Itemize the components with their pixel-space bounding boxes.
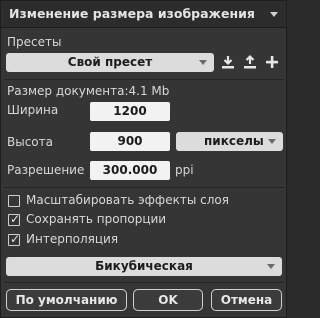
presets-label: Пресеты (7, 35, 62, 49)
units-dropdown-value: пикселы (204, 134, 264, 148)
keep-proportions-label: Сохранять пропорции (26, 212, 167, 226)
height-label: Высота (7, 135, 53, 149)
checkmark-icon: ✓ (10, 212, 21, 226)
preset-dropdown[interactable]: Свой пресет (6, 53, 214, 72)
chevron-down-icon[interactable] (270, 12, 278, 17)
document-size-value: 4.1 Mb (128, 84, 170, 98)
keep-proportions-checkbox[interactable]: ✓ (8, 212, 21, 226)
units-dropdown[interactable]: пикселы (176, 132, 283, 151)
dropdown-arrow-icon (199, 60, 207, 65)
width-label: Ширина (7, 103, 59, 117)
checkmark-icon: ✓ (10, 232, 21, 246)
document-size-label: Размер документа:4.1 Mb (7, 84, 170, 98)
default-button[interactable]: По умолчанию (6, 289, 127, 311)
preset-dropdown-value: Свой пресет (67, 55, 153, 69)
upload-icon[interactable] (242, 54, 258, 70)
panel-title: Изменение размера изображения (9, 6, 255, 21)
ok-button[interactable]: OK (133, 289, 203, 311)
scale-layer-effects-label: Масштабировать эффекты слоя (26, 193, 229, 207)
resize-image-panel: Изменение размера изображения Пресеты Св… (0, 0, 287, 318)
height-field[interactable]: 900 (90, 132, 170, 151)
cancel-button[interactable]: Отмена (211, 289, 282, 311)
width-field[interactable]: 1200 (90, 102, 170, 121)
interpolation-checkbox[interactable]: ✓ (8, 232, 21, 246)
resolution-field[interactable]: 300.000 (90, 161, 170, 180)
panel-titlebar: Изменение размера изображения (1, 1, 286, 28)
interpolation-dropdown[interactable]: Бикубическая (6, 257, 282, 276)
divider (4, 282, 284, 283)
divider (4, 79, 284, 80)
plus-icon[interactable] (264, 54, 280, 70)
download-icon[interactable] (220, 54, 236, 70)
divider (4, 187, 284, 188)
interpolation-dropdown-value: Бикубическая (95, 259, 193, 273)
resolution-unit: ppi (175, 163, 194, 177)
dropdown-arrow-icon (267, 264, 275, 269)
resolution-label: Разрешение (7, 163, 85, 177)
scale-layer-effects-checkbox[interactable] (8, 195, 20, 207)
interpolation-label: Интерполяция (26, 232, 119, 246)
dropdown-arrow-icon (268, 139, 276, 144)
